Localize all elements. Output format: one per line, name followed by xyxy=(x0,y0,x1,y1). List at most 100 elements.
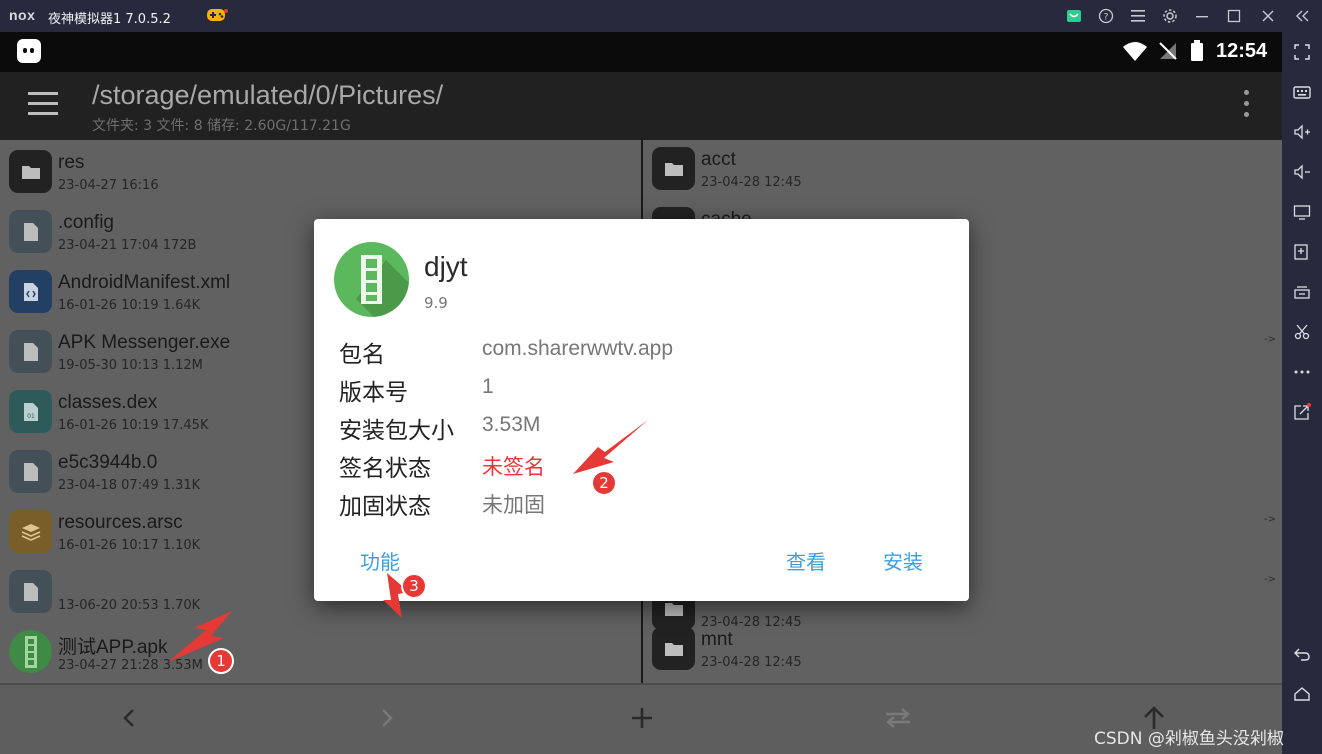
file-meta: 23-04-21 17:04 172B xyxy=(58,238,197,253)
layers-icon xyxy=(9,510,52,553)
file-name: AndroidManifest.xml xyxy=(58,272,231,293)
package-name-value: com.sharerwwtv.app xyxy=(482,337,674,360)
emulator-title-bar: nox 夜神模拟器1 7.0.5.2 ? xyxy=(0,0,1322,32)
app-name: djyt xyxy=(424,251,468,282)
annotation-badge: 2 xyxy=(591,470,617,496)
file-icon xyxy=(9,210,52,253)
back-icon[interactable] xyxy=(1288,640,1316,668)
binary-file-icon: 01 xyxy=(9,390,52,433)
wifi-icon xyxy=(1123,42,1147,61)
file-meta: 16-01-26 10:19 17.45K xyxy=(58,418,209,433)
home-icon[interactable] xyxy=(1288,680,1316,708)
more-icon[interactable] xyxy=(1288,358,1316,386)
file-meta: 16-01-26 10:17 1.10K xyxy=(58,538,201,553)
chevron-left-icon[interactable] xyxy=(114,703,144,733)
watermark: CSDN @剁椒鱼头没剁椒 xyxy=(1094,729,1284,749)
file-name: .config xyxy=(58,212,114,233)
file-row[interactable]: res 23-04-27 16:16 xyxy=(0,140,641,200)
file-icon xyxy=(9,570,52,613)
screen-icon[interactable] xyxy=(1288,198,1316,226)
signature-status-value: 未签名 xyxy=(482,456,545,479)
store-icon[interactable] xyxy=(1064,6,1084,26)
file-name: APK Messenger.exe xyxy=(58,332,231,353)
share-icon[interactable] xyxy=(1288,398,1316,426)
file-row-selected-apk[interactable]: 测试APP.apk 23-04-27 21:28 3.53M xyxy=(0,620,641,680)
file-meta: 23-04-18 07:49 1.31K xyxy=(58,478,201,493)
hamburger-menu-icon[interactable] xyxy=(28,92,58,116)
launcher-icon xyxy=(17,39,41,63)
multi-instance-icon[interactable] xyxy=(1288,278,1316,306)
code-file-icon xyxy=(9,270,52,313)
svg-text:01: 01 xyxy=(27,413,35,420)
keyboard-icon[interactable] xyxy=(1288,78,1316,106)
file-name: resources.arsc xyxy=(58,512,183,533)
file-meta: 19-05-30 10:13 1.12M xyxy=(58,358,203,373)
swap-panes-icon[interactable] xyxy=(883,703,913,733)
folder-icon xyxy=(9,150,52,193)
annotation-badge: 1 xyxy=(208,648,234,674)
window-title: 夜神模拟器1 7.0.5.2 xyxy=(48,12,171,27)
settings-icon[interactable] xyxy=(1160,6,1180,26)
no-signal-icon xyxy=(1159,42,1177,60)
annotation-badge: 3 xyxy=(401,573,427,599)
file-name: classes.dex xyxy=(58,392,158,413)
folder-icon xyxy=(652,147,695,190)
arrow-indicator: -> xyxy=(1264,574,1276,585)
file-meta: 23-04-27 16:16 xyxy=(58,178,159,193)
version-code-value: 1 xyxy=(482,375,494,398)
package-size-value: 3.53M xyxy=(482,413,541,436)
volume-down-icon[interactable] xyxy=(1288,158,1316,186)
menu-icon[interactable] xyxy=(1128,6,1148,26)
info-row-hardening: 加固状态 未加固 xyxy=(339,487,939,521)
file-icon xyxy=(9,450,52,493)
volume-up-icon[interactable] xyxy=(1288,118,1316,146)
nox-logo: nox xyxy=(9,7,36,23)
app-bar: /storage/emulated/0/Pictures/ 文件夹: 3 文件:… xyxy=(0,72,1282,140)
info-label: 安装包大小 xyxy=(339,418,454,444)
hardening-status-value: 未加固 xyxy=(482,494,545,517)
overflow-menu-icon[interactable] xyxy=(1236,90,1256,120)
gamepad-icon[interactable] xyxy=(206,6,228,24)
app-film-icon xyxy=(334,242,409,317)
file-name: 测试APP.apk xyxy=(58,637,168,658)
add-icon[interactable] xyxy=(627,703,657,733)
folder-icon xyxy=(652,627,695,670)
info-row-version-code: 版本号 1 xyxy=(339,373,939,407)
file-meta: 13-06-20 20:53 1.70K xyxy=(58,598,201,613)
info-row-signature: 签名状态 未签名 xyxy=(339,449,939,483)
install-button[interactable]: 安装 xyxy=(883,546,923,575)
info-label: 加固状态 xyxy=(339,494,431,520)
scissors-icon[interactable] xyxy=(1288,318,1316,346)
file-meta: 23-04-28 12:45 xyxy=(701,655,802,670)
file-name: mnt xyxy=(701,629,733,650)
emulator-side-toolbar xyxy=(1282,32,1322,754)
apk-icon xyxy=(9,630,52,673)
collapse-sidebar-icon[interactable] xyxy=(1292,6,1312,26)
app-version: 9.9 xyxy=(424,294,448,312)
minimize-icon[interactable] xyxy=(1192,6,1212,26)
file-name: acct xyxy=(701,149,736,170)
current-path: /storage/emulated/0/Pictures/ xyxy=(92,80,444,110)
bottom-action-bar xyxy=(0,683,1282,754)
help-icon[interactable]: ? xyxy=(1096,6,1116,26)
chevron-right-icon[interactable] xyxy=(372,703,402,733)
fullscreen-icon[interactable] xyxy=(1288,38,1316,66)
apk-install-icon[interactable] xyxy=(1288,238,1316,266)
maximize-icon[interactable] xyxy=(1224,6,1244,26)
file-icon xyxy=(9,330,52,373)
file-row[interactable]: acct 23-04-28 12:45 xyxy=(643,140,1282,197)
info-row-size: 安装包大小 3.53M xyxy=(339,411,939,445)
file-meta: 16-01-26 10:19 1.64K xyxy=(58,298,201,313)
info-label: 版本号 xyxy=(339,380,408,406)
arrow-indicator: -> xyxy=(1264,334,1276,345)
arrow-indicator: -> xyxy=(1264,514,1276,525)
battery-icon xyxy=(1191,40,1203,61)
function-button[interactable]: 功能 xyxy=(360,546,400,575)
close-icon[interactable] xyxy=(1258,6,1278,26)
apk-info-dialog: djyt 9.9 包名 com.sharerwwtv.app 版本号 1 安装包… xyxy=(314,219,969,601)
info-label: 签名状态 xyxy=(339,456,431,482)
storage-summary: 文件夹: 3 文件: 8 储存: 2.60G/117.21G xyxy=(92,118,351,134)
view-button[interactable]: 查看 xyxy=(786,546,826,575)
file-meta: 23-04-28 12:45 xyxy=(701,175,802,190)
file-row[interactable]: mnt 23-04-28 12:45 xyxy=(643,617,1282,677)
